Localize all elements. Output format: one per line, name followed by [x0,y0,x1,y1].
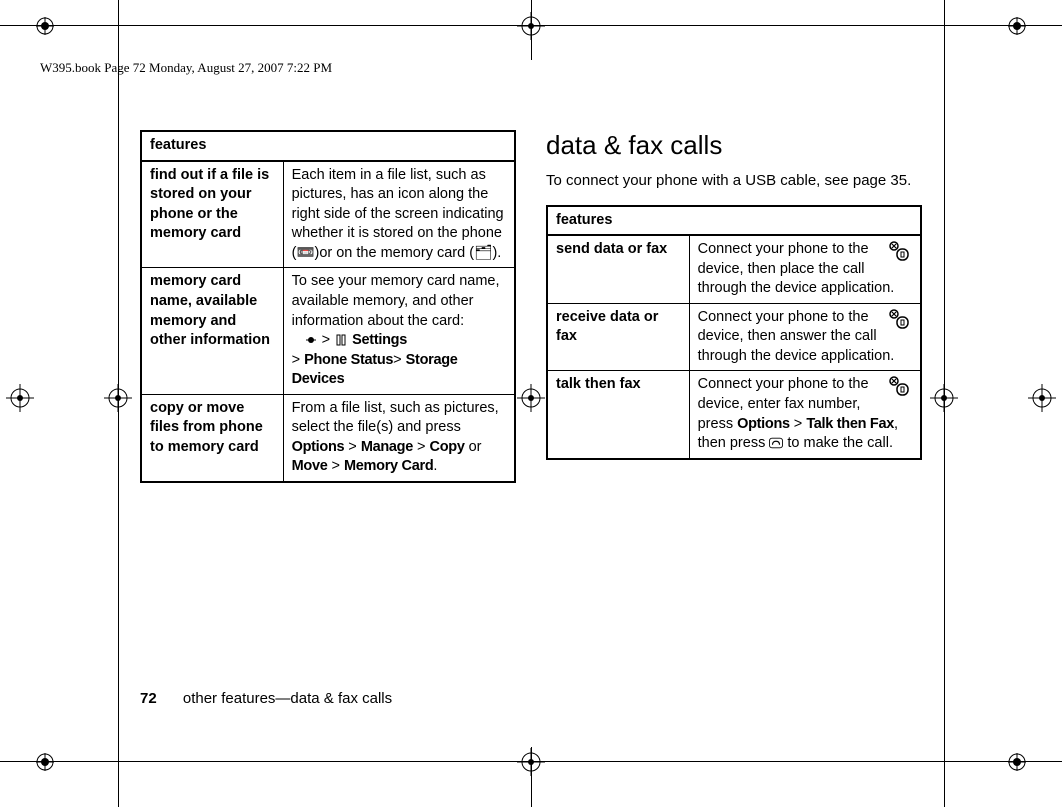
page-number: 72 [140,690,157,707]
footer-section: other features—data & fax calls [183,690,392,707]
crop-crosshair-icon [517,12,545,40]
feature-desc: Connect your phone to the device, then p… [689,235,921,303]
menu-path: Memory Card [344,458,433,474]
menu-path: Options [292,439,345,455]
crop-crosshair-icon [6,384,34,412]
text: From a file list, such as pictures, sele… [292,400,499,436]
right-column: data & fax calls To connect your phone w… [546,130,922,483]
feature-label: send data or fax [547,235,689,303]
feature-label: memory card name, available memory and o… [141,268,283,394]
feature-label: find out if a file is stored on your pho… [141,161,283,268]
text: Connect your phone to the device, then p… [698,241,895,296]
menu-path: Move [292,458,328,474]
optional-feature-icon [886,240,912,269]
menu-path: Settings [352,332,407,348]
feature-desc: Connect your phone to the device, then a… [689,303,921,371]
page-footer: 72 other features—data & fax calls [140,690,392,707]
crop-crosshair-icon [930,384,958,412]
feature-desc: Connect your phone to the device, enter … [689,371,921,459]
text: to make the call. [783,435,893,451]
crop-target-icon [1008,17,1026,35]
feature-desc: Each item in a file list, such as pictur… [283,161,515,268]
menu-path: Manage [361,439,413,455]
crop-target-icon [36,753,54,771]
table-header: features [547,206,921,236]
section-heading: data & fax calls [546,130,922,161]
menu-path: Options [737,416,790,432]
crop-crosshair-icon [104,384,132,412]
send-key-icon [769,436,783,450]
optional-feature-icon [886,375,912,404]
features-table-right: features send data or fax Connect your p… [546,205,922,460]
crop-crosshair-icon [517,748,545,776]
text: Connect your phone to the device, then a… [698,309,895,364]
left-column: features find out if a file is stored on… [140,130,516,483]
text: or [465,439,482,455]
menu-key-icon [304,333,318,347]
feature-label: copy or move files from phone to memory … [141,394,283,482]
table-header: features [141,131,515,161]
intro-text: To connect your phone with a USB cable, … [546,171,922,191]
doc-header: W395.book Page 72 Monday, August 27, 200… [40,60,332,76]
optional-feature-icon [886,308,912,337]
feature-desc: To see your memory card name, available … [283,268,515,394]
feature-label: receive data or fax [547,303,689,371]
feature-desc: From a file list, such as pictures, sele… [283,394,515,482]
features-table-left: features find out if a file is stored on… [140,130,516,483]
menu-path: Phone Status [304,352,393,368]
feature-label: talk then fax [547,371,689,459]
menu-path: Talk then Fax [806,416,894,432]
text: To see your memory card name, available … [292,273,500,328]
crop-target-icon [1008,753,1026,771]
crop-crosshair-icon [1028,384,1056,412]
crop-target-icon [36,17,54,35]
settings-icon [334,333,348,347]
menu-path: Copy [430,439,465,455]
